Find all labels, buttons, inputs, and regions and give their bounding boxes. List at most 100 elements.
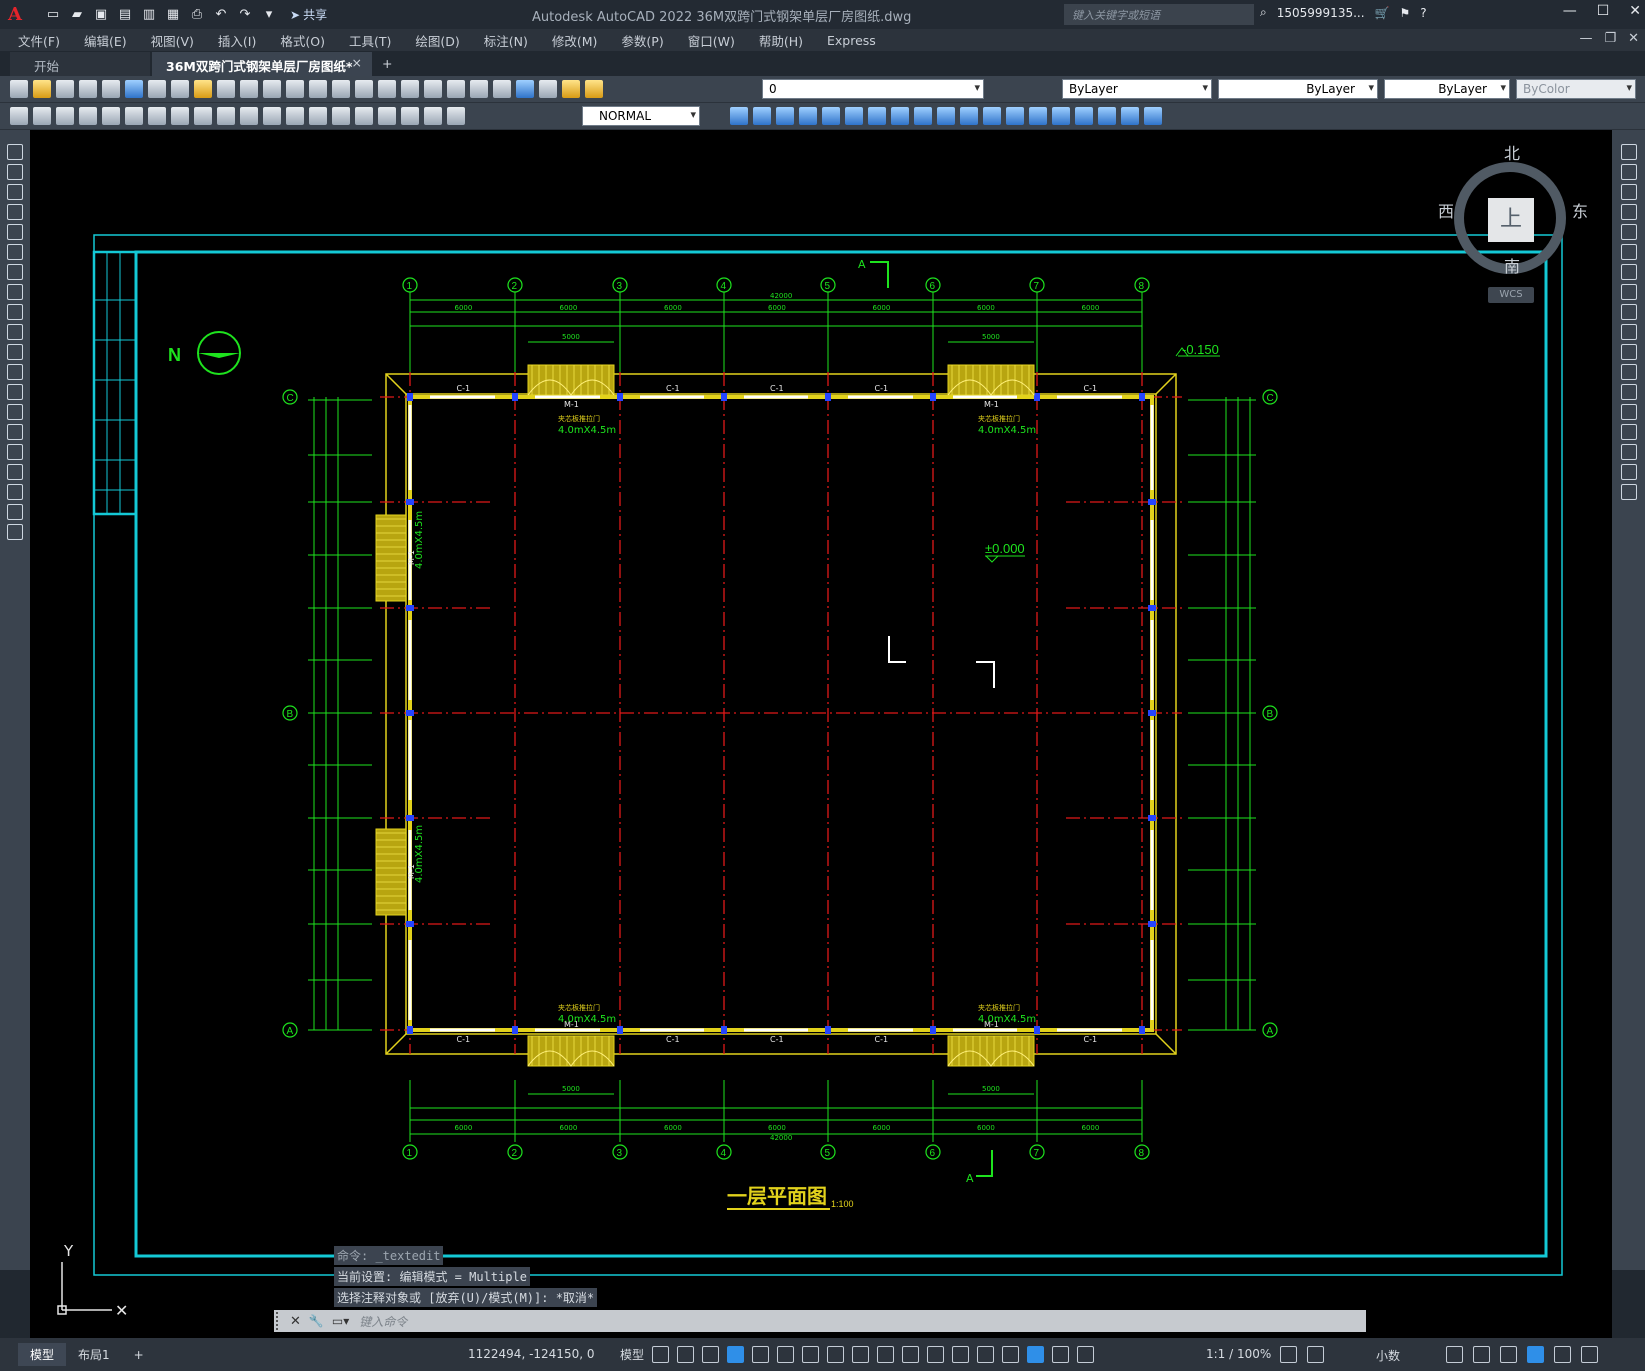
redo-icon[interactable]: ↷ xyxy=(236,6,254,24)
layer-state-icon[interactable] xyxy=(562,80,580,98)
block-edit-icon[interactable] xyxy=(822,107,840,125)
dim-ordinate-icon[interactable] xyxy=(79,107,97,125)
units-display[interactable]: 小数 xyxy=(1376,1347,1400,1364)
dim-jogged-icon[interactable] xyxy=(125,107,143,125)
menu-file[interactable]: 文件(F) xyxy=(6,31,72,50)
pan-icon[interactable] xyxy=(286,80,304,98)
unisolate-icon[interactable] xyxy=(1075,107,1093,125)
search-icon[interactable]: ⌕ xyxy=(1260,5,1267,20)
web-open-icon[interactable]: ▥ xyxy=(140,6,158,24)
erase-icon[interactable] xyxy=(1620,144,1637,160)
text-front-icon[interactable] xyxy=(983,107,1001,125)
annotation-monitor-icon[interactable] xyxy=(1307,1346,1324,1363)
recent-commands-icon[interactable]: ▭▾ xyxy=(332,1314,349,1328)
area-icon[interactable] xyxy=(1121,107,1139,125)
doc-restore-icon[interactable]: ❐ xyxy=(1604,31,1616,46)
command-input[interactable]: 键入命令 xyxy=(359,1313,407,1330)
lineweight-icon[interactable] xyxy=(852,1346,870,1363)
transparency-icon[interactable] xyxy=(877,1346,895,1363)
wcs-menu[interactable]: WCS xyxy=(1488,287,1534,303)
inspect-icon[interactable] xyxy=(355,107,373,125)
dim-angular-icon[interactable] xyxy=(171,107,189,125)
menu-view[interactable]: 视图(V) xyxy=(139,31,206,50)
compass-north[interactable]: 北 xyxy=(1504,140,1520,164)
copy-object-icon[interactable] xyxy=(1620,164,1637,180)
doc-close-icon[interactable]: ✕ xyxy=(1628,31,1639,46)
save-tool-icon[interactable] xyxy=(56,80,74,98)
3d-osnap-icon[interactable] xyxy=(927,1346,945,1363)
blend-icon[interactable] xyxy=(1620,464,1637,480)
menu-tools[interactable]: 工具(T) xyxy=(337,31,403,50)
preview-icon[interactable] xyxy=(102,80,120,98)
zoom-realtime-icon[interactable] xyxy=(309,80,327,98)
tolerance-icon[interactable] xyxy=(309,107,327,125)
dim-diameter-icon[interactable] xyxy=(148,107,166,125)
snap-mode-icon[interactable] xyxy=(677,1346,695,1363)
break-point-icon[interactable] xyxy=(1620,364,1637,380)
properties-icon[interactable] xyxy=(378,80,396,98)
tab-drawing[interactable]: 36M双跨门式钢架单层厂房图纸* × xyxy=(152,52,372,76)
menu-draw[interactable]: 绘图(D) xyxy=(403,31,471,50)
model-space-canvas[interactable]: N C-1C-1C-1C-1C-1C-1C-1C-1C-1C-1C-1C-1C-… xyxy=(30,130,1612,1338)
array-icon[interactable] xyxy=(1620,224,1637,240)
help-tool-icon[interactable] xyxy=(516,80,534,98)
explode-icon[interactable] xyxy=(1620,484,1637,500)
list-icon[interactable] xyxy=(1144,107,1162,125)
construction-line-icon[interactable] xyxy=(7,164,23,180)
compass-south[interactable]: 南 xyxy=(1504,253,1520,277)
chamfer-icon[interactable] xyxy=(1620,424,1637,440)
user-name[interactable]: 1505999135... xyxy=(1277,6,1365,20)
dim-update-icon[interactable] xyxy=(447,107,465,125)
object-snap-icon[interactable] xyxy=(827,1346,845,1363)
menu-window[interactable]: 窗口(W) xyxy=(676,31,747,50)
redo-tool-icon[interactable] xyxy=(263,80,281,98)
jogged-linear-icon[interactable] xyxy=(378,107,396,125)
write-block-icon[interactable] xyxy=(776,107,794,125)
offset-icon[interactable] xyxy=(1620,204,1637,220)
annotation-visibility-icon[interactable] xyxy=(1027,1346,1045,1363)
selection-cycling-icon[interactable] xyxy=(902,1346,920,1363)
zoom-previous-icon[interactable] xyxy=(355,80,373,98)
arc-icon[interactable] xyxy=(7,244,23,260)
add-layout-button[interactable]: + xyxy=(122,1345,156,1365)
center-mark-icon[interactable] xyxy=(332,107,350,125)
attribute-icon[interactable] xyxy=(799,107,817,125)
group-icon[interactable] xyxy=(914,107,932,125)
hatch-back-icon[interactable] xyxy=(1006,107,1024,125)
web-save-icon[interactable]: ▦ xyxy=(164,6,182,24)
annotation-scale-icon[interactable] xyxy=(1077,1346,1095,1363)
dynamic-ucs-icon[interactable] xyxy=(952,1346,970,1363)
polyline-icon[interactable] xyxy=(7,184,23,200)
help-icon[interactable]: ? xyxy=(1420,6,1426,20)
undo-icon[interactable]: ↶ xyxy=(212,6,230,24)
ortho-mode-icon[interactable] xyxy=(727,1346,745,1363)
hatch-icon[interactable] xyxy=(7,424,23,440)
dim-aligned-icon[interactable] xyxy=(33,107,51,125)
command-close-icon[interactable]: ✕ xyxy=(290,1314,301,1329)
menu-insert[interactable]: 插入(I) xyxy=(206,31,268,50)
tab-close-icon[interactable]: × xyxy=(352,55,362,70)
join-icon[interactable] xyxy=(1620,404,1637,420)
spline-icon[interactable] xyxy=(7,304,23,320)
block-icon[interactable] xyxy=(730,107,748,125)
insert-block-icon[interactable] xyxy=(753,107,771,125)
compass-east[interactable]: 东 xyxy=(1572,198,1588,222)
viewcube-top-face[interactable]: 上 xyxy=(1488,198,1534,242)
trim-icon[interactable] xyxy=(1620,324,1637,340)
copy-icon[interactable] xyxy=(171,80,189,98)
maximize-icon[interactable]: ☐ xyxy=(1597,3,1610,19)
open-icon[interactable] xyxy=(33,80,51,98)
minimize-icon[interactable]: — xyxy=(1563,3,1577,19)
region-icon[interactable] xyxy=(7,464,23,480)
lineweight-combo[interactable]: ByLayer xyxy=(1384,79,1510,99)
dim-edit-icon[interactable] xyxy=(401,107,419,125)
open-file-icon[interactable]: ▰ xyxy=(68,6,86,24)
circle-icon[interactable] xyxy=(7,264,23,280)
linetype-combo[interactable]: ByLayer xyxy=(1218,79,1378,99)
layer-properties-icon[interactable] xyxy=(539,80,557,98)
quick-properties-icon[interactable] xyxy=(1446,1346,1463,1363)
clip-icon[interactable] xyxy=(868,107,886,125)
grid-display-icon[interactable] xyxy=(652,1346,670,1363)
share-button[interactable]: ➤ 共享 xyxy=(290,6,327,23)
tab-start[interactable]: 开始 xyxy=(10,52,150,76)
